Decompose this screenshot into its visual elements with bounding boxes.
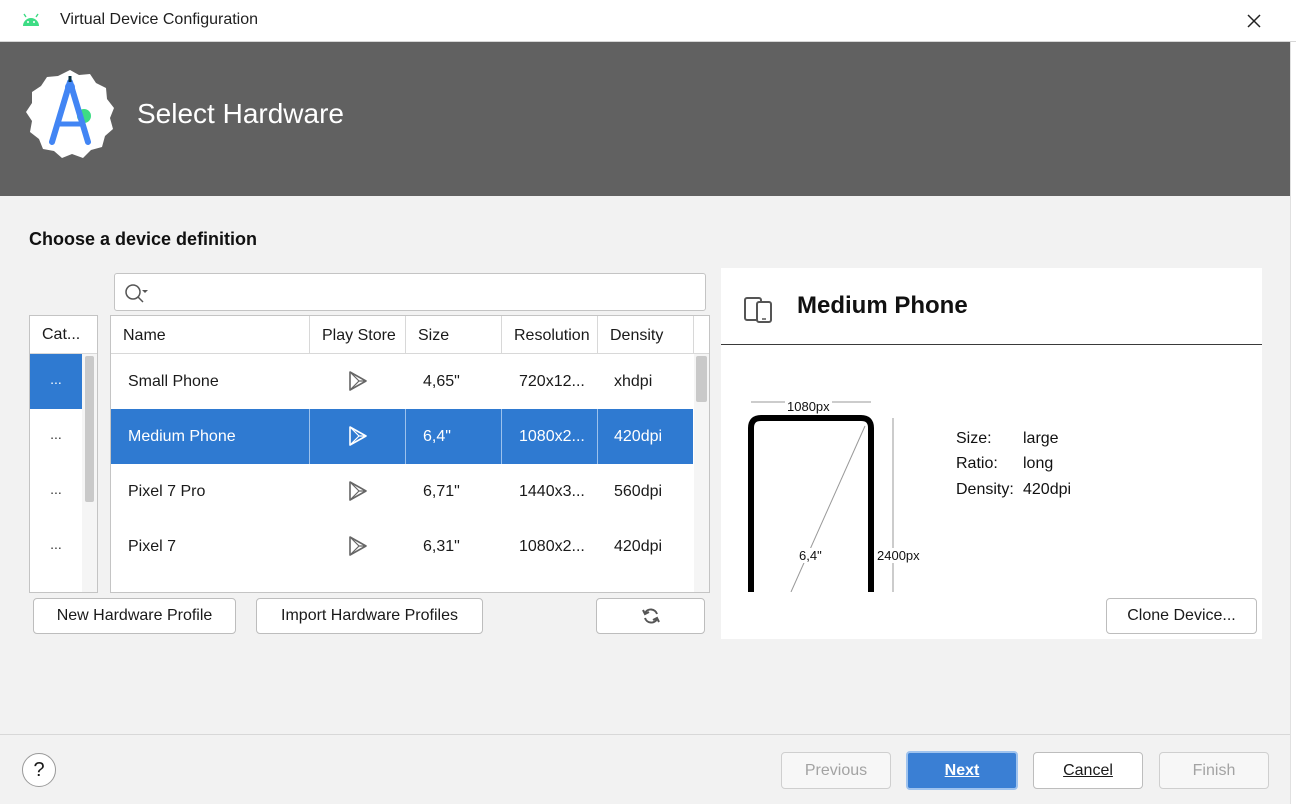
device-name: Pixel 7 Pro — [128, 483, 206, 500]
next-button[interactable]: Next — [906, 751, 1018, 790]
previous-button[interactable]: Previous — [781, 752, 891, 789]
category-list: Cat... ... ... ... ... — [29, 315, 98, 593]
import-hardware-profiles-button[interactable]: Import Hardware Profiles — [256, 598, 483, 634]
android-studio-logo — [26, 70, 114, 158]
device-density: 420dpi — [614, 428, 663, 445]
play-store-icon — [349, 371, 367, 391]
cell-divider — [597, 409, 598, 464]
device-diagram: 1080px 6,4" 2400px — [745, 396, 935, 592]
device-detail-panel: Medium Phone 1080px 6,4" 2400px Size: la… — [721, 268, 1262, 639]
spec-density-label: Density: — [956, 481, 1014, 498]
help-icon: ? — [33, 758, 45, 781]
table-row-selected[interactable]: Medium Phone 6,4" 1080x2... 420dpi — [111, 409, 693, 464]
clone-device-button[interactable]: Clone Device... — [1106, 598, 1257, 634]
search-icon — [125, 284, 148, 303]
cell-divider — [309, 409, 310, 464]
refresh-button[interactable] — [596, 598, 705, 634]
device-size: 4,65" — [423, 373, 460, 390]
table-row[interactable]: Pixel 7 6,31" 1080x2... 420dpi — [111, 519, 693, 574]
spec-ratio-value: long — [1023, 455, 1054, 472]
spec-density-value: 420dpi — [1023, 481, 1072, 498]
category-item[interactable]: ... — [30, 464, 82, 519]
window-scrollbar[interactable] — [1290, 42, 1296, 804]
section-title: Choose a device definition — [29, 229, 258, 249]
device-density: xhdpi — [614, 373, 653, 390]
footer-divider — [0, 734, 1290, 735]
close-button[interactable] — [1238, 6, 1270, 36]
device-name: Small Phone — [128, 373, 219, 390]
table-row[interactable]: Small Phone 4,65" 720x12... xhdpi — [111, 354, 693, 409]
device-resolution: 1080x2... — [519, 428, 585, 445]
devices-icon — [744, 297, 772, 323]
close-icon — [1247, 14, 1261, 28]
column-header-resolution[interactable]: Resolution — [502, 316, 598, 353]
diagonal-label: 6,4" — [797, 548, 824, 563]
device-resolution: 720x12... — [519, 373, 585, 390]
device-density: 420dpi — [614, 538, 663, 555]
column-header-name[interactable]: Name — [111, 316, 310, 353]
android-icon — [23, 13, 39, 26]
detail-device-name: Medium Phone — [797, 292, 968, 319]
device-size: 6,71" — [423, 483, 460, 500]
help-button[interactable]: ? — [22, 753, 56, 787]
play-store-icon — [349, 481, 367, 501]
window-title: Virtual Device Configuration — [60, 11, 259, 28]
category-scroll-thumb[interactable] — [85, 356, 94, 502]
finish-button[interactable]: Finish — [1159, 752, 1269, 789]
category-item[interactable]: ... — [30, 409, 82, 464]
next-button-label: Next — [944, 761, 980, 779]
device-table-scrollbar[interactable] — [694, 354, 709, 592]
device-name: Medium Phone — [128, 428, 236, 445]
search-box[interactable] — [114, 273, 706, 311]
new-hardware-profile-button[interactable]: New Hardware Profile — [33, 598, 236, 634]
cell-divider — [501, 409, 502, 464]
device-resolution: 1080x2... — [519, 538, 585, 555]
device-size: 6,31" — [423, 538, 460, 555]
play-store-icon — [349, 536, 367, 556]
cancel-button-label: Cancel — [1063, 761, 1113, 779]
detail-divider — [721, 344, 1262, 345]
category-column-header[interactable]: Cat... — [30, 316, 97, 354]
cancel-button[interactable]: Cancel — [1033, 752, 1143, 789]
play-store-icon — [349, 426, 367, 446]
refresh-icon — [641, 608, 660, 624]
table-row[interactable]: Pixel 7 Pro 6,71" 1440x3... 560dpi — [111, 464, 693, 519]
device-resolution: 1440x3... — [519, 483, 585, 500]
device-density: 560dpi — [614, 483, 663, 500]
category-item[interactable]: ... — [30, 354, 82, 409]
category-scrollbar[interactable] — [82, 354, 97, 592]
device-table: Name Play Store Size Resolution Density … — [110, 315, 710, 593]
column-header-play-store[interactable]: Play Store — [310, 316, 406, 353]
spec-size-value: large — [1023, 430, 1059, 447]
height-label: 2400px — [875, 548, 922, 563]
column-header-size[interactable]: Size — [406, 316, 502, 353]
spec-size-label: Size: — [956, 430, 992, 447]
search-input[interactable] — [151, 278, 699, 306]
cell-divider — [405, 409, 406, 464]
category-item[interactable]: ... — [30, 519, 82, 574]
spec-ratio-label: Ratio: — [956, 455, 998, 472]
device-size: 6,4" — [423, 428, 451, 445]
page-heading: Select Hardware — [137, 98, 344, 129]
width-label: 1080px — [785, 399, 832, 414]
device-name: Pixel 7 — [128, 538, 177, 555]
column-header-density[interactable]: Density — [598, 316, 694, 353]
table-header: Name Play Store Size Resolution Density — [111, 316, 709, 354]
device-scroll-thumb[interactable] — [696, 356, 707, 402]
